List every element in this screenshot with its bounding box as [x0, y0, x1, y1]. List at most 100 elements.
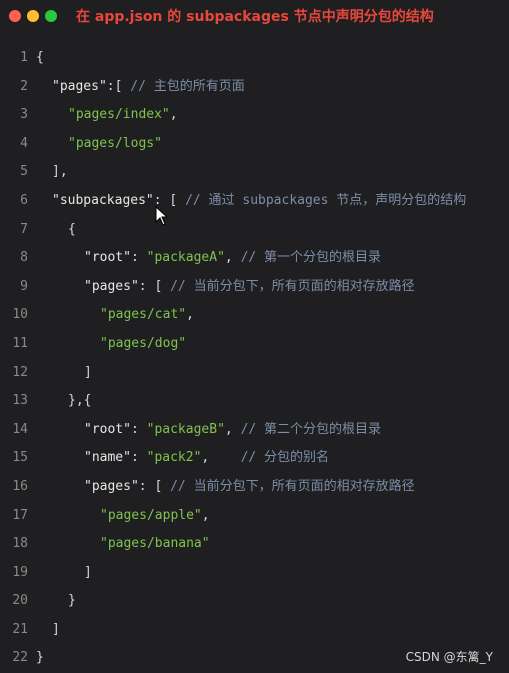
punctuation: :[	[106, 78, 131, 94]
punctuation: ]	[52, 621, 60, 637]
punctuation: {	[68, 221, 76, 237]
code-line: 12]	[0, 359, 509, 388]
mouse-pointer-icon	[155, 206, 167, 226]
punctuation: ],	[52, 164, 68, 180]
code-line: 21]	[0, 616, 509, 645]
line-content: "pages/cat",	[36, 301, 194, 330]
string-literal: "pages/apple"	[100, 507, 202, 523]
line-number: 14	[12, 421, 28, 437]
maximize-button[interactable]	[45, 10, 57, 22]
line-number: 19	[12, 564, 28, 580]
line-content: }	[36, 644, 44, 673]
punctuation: :	[130, 450, 147, 466]
line-number: 9	[20, 278, 28, 294]
watermark: CSDN @东篱_Y	[405, 650, 493, 664]
punctuation: ,	[186, 307, 194, 323]
punctuation: ,	[201, 450, 241, 466]
title-bar: 在 app.json 的 subpackages 节点中声明分包的结构	[0, 0, 509, 34]
string-literal: "pages/cat"	[100, 307, 187, 323]
code-comment: // 通过 subpackages 节点，声明分包的结构	[185, 192, 467, 208]
string-literal: "packageB"	[146, 421, 225, 437]
code-line: 17 "pages/apple",	[0, 502, 509, 531]
window-title: 在 app.json 的 subpackages 节点中声明分包的结构	[76, 9, 434, 25]
punctuation: : [	[138, 478, 171, 494]
line-number: 7	[20, 221, 28, 237]
punctuation: {	[36, 50, 44, 65]
line-content: {	[36, 216, 76, 245]
close-button[interactable]	[9, 10, 21, 22]
code-comment: // 当前分包下，所有页面的相对存放路径	[170, 278, 415, 294]
line-number: 2	[20, 78, 28, 94]
punctuation: ,	[224, 250, 241, 266]
code-line: 5],	[0, 158, 509, 187]
line-content: ],	[36, 158, 68, 187]
line-content: ]	[36, 559, 92, 588]
code-line: 13 },{	[0, 387, 509, 416]
line-number: 17	[12, 507, 28, 523]
code-line: 3 "pages/index",	[0, 101, 509, 130]
line-number: 4	[20, 135, 28, 151]
line-number: 12	[12, 364, 28, 380]
json-key: "pages"	[52, 78, 107, 94]
minimize-button[interactable]	[27, 10, 39, 22]
code-comment: // 分包的别名	[240, 450, 330, 466]
line-content: {	[36, 44, 44, 73]
code-line: 6 "subpackages": [ // 通过 subpackages 节点，声…	[0, 187, 509, 216]
code-comment: // 当前分包下，所有页面的相对存放路径	[170, 478, 415, 494]
line-content: "pages/index",	[36, 101, 178, 130]
punctuation: ]	[84, 564, 92, 580]
json-key: "subpackages"	[52, 192, 154, 208]
code-line: 10 "pages/cat",	[0, 301, 509, 330]
code-line: 16 "pages": [ // 当前分包下，所有页面的相对存放路径	[0, 473, 509, 502]
punctuation: }	[68, 593, 76, 609]
line-content: "pages/apple",	[36, 502, 210, 531]
code-editor[interactable]: 1{2 "pages":[ // 主包的所有页面 3 "pages/index", 4 "…	[0, 44, 509, 673]
punctuation: : [	[138, 278, 171, 294]
code-line: 9 "pages": [ // 当前分包下，所有页面的相对存放路径	[0, 273, 509, 302]
line-content: "subpackages": [ // 通过 subpackages 节点，声明…	[36, 187, 466, 216]
punctuation: }	[36, 650, 44, 666]
code-comment: // 主包的所有页面	[130, 78, 245, 94]
code-comment: // 第一个分包的根目录	[240, 250, 382, 266]
code-line: 14 "root": "packageB", // 第二个分包的根目录	[0, 416, 509, 445]
punctuation: :	[130, 421, 147, 437]
line-content: "root": "packageA", // 第一个分包的根目录	[36, 244, 381, 273]
line-number: 1	[20, 50, 28, 65]
string-literal: "packageA"	[146, 250, 225, 266]
code-line: 1{	[0, 44, 509, 73]
code-line: 8 "root": "packageA", // 第一个分包的根目录	[0, 244, 509, 273]
string-literal: "pack2"	[146, 450, 202, 466]
line-number: 13	[12, 393, 28, 409]
line-number: 21	[12, 621, 28, 637]
line-number: 8	[20, 250, 28, 266]
line-content: "pages":[ // 主包的所有页面	[36, 73, 245, 102]
json-key: "root"	[84, 421, 131, 437]
line-content: },{	[36, 387, 91, 416]
line-number: 6	[20, 192, 28, 208]
line-content: ]	[36, 616, 60, 645]
line-content: "name": "pack2", // 分包的别名	[36, 444, 329, 473]
code-window: 在 app.json 的 subpackages 节点中声明分包的结构 1{2 "…	[0, 0, 509, 673]
code-line: 20}	[0, 587, 509, 616]
code-line: 4 "pages/logs"	[0, 130, 509, 159]
line-number: 22	[12, 650, 28, 666]
code-line: 18 "pages/banana"	[0, 530, 509, 559]
line-content: ]	[36, 359, 92, 388]
punctuation: },{	[68, 393, 92, 409]
json-key: "root"	[84, 250, 131, 266]
code-line: 15 "name": "pack2", // 分包的别名	[0, 444, 509, 473]
punctuation: ]	[84, 364, 92, 380]
punctuation: ,	[169, 107, 178, 123]
line-content: "pages": [ // 当前分包下，所有页面的相对存放路径	[36, 473, 415, 502]
line-number: 18	[12, 536, 28, 552]
line-content: }	[36, 587, 76, 616]
line-number: 15	[12, 450, 28, 466]
code-line: 19]	[0, 559, 509, 588]
json-key: "pages"	[84, 278, 139, 294]
line-number: 16	[12, 478, 28, 494]
code-line: 2 "pages":[ // 主包的所有页面	[0, 73, 509, 102]
line-content: "pages/banana"	[36, 530, 210, 559]
json-key: "pages"	[84, 478, 139, 494]
line-number: 11	[12, 335, 28, 351]
string-literal: "pages/index"	[68, 107, 170, 123]
